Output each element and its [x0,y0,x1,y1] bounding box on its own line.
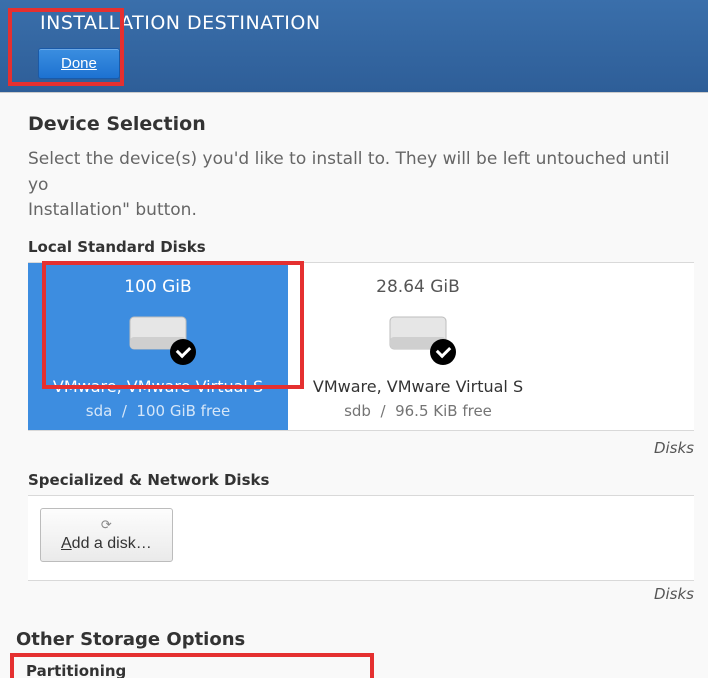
local-disks-row: 100 GiB VMware, VMware Virtual S sda / 1… [28,262,694,431]
checkmark-icon [170,339,196,365]
page-title: INSTALLATION DESTINATION [40,12,688,34]
add-disk-button[interactable]: ⟳ Add a disk… [40,508,173,562]
disk-name: VMware, VMware Virtual S [296,377,540,396]
other-storage-title: Other Storage Options [16,629,694,650]
disks-hint: Disks [28,435,694,471]
other-storage-section: Other Storage Options Partitioning Autom… [16,629,694,678]
header-bar: INSTALLATION DESTINATION Done [0,0,708,92]
device-selection-description: Select the device(s) you'd like to insta… [28,147,694,224]
disk-item-sda[interactable]: 100 GiB VMware, VMware Virtual S sda / 1… [28,263,288,430]
disk-item-sdb[interactable]: 28.64 GiB VMware, VMware Virtual S sdb /… [288,263,548,430]
disk-meta: sdb / 96.5 KiB free [296,402,540,420]
disks-hint-2: Disks [28,581,694,617]
refresh-icon: ⟳ [101,517,112,533]
disk-size: 28.64 GiB [296,277,540,297]
disk-size: 100 GiB [36,277,280,297]
partitioning-label: Partitioning [26,662,694,678]
disk-name: VMware, VMware Virtual S [36,377,280,396]
disk-meta: sda / 100 GiB free [36,402,280,420]
local-disks-label: Local Standard Disks [28,238,694,256]
done-button[interactable]: Done [38,48,120,79]
main-content: Device Selection Select the device(s) yo… [0,92,708,678]
checkmark-icon [430,339,456,365]
device-selection-title: Device Selection [28,113,694,135]
add-disk-label: Add a disk… [61,535,152,553]
hdd-icon [128,311,188,359]
specialized-disks-label: Specialized & Network Disks [28,471,694,489]
hdd-icon [388,311,448,359]
